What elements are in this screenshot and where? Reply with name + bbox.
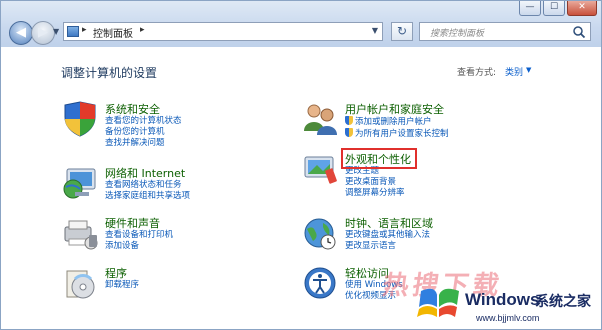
maximize-button[interactable]: ☐ [543,1,565,16]
ease-of-access-icon[interactable] [301,265,339,301]
link-network-status[interactable]: 查看网络状态和任务 [105,180,190,191]
windows-logo-icon [417,288,459,317]
link-view-computer-status[interactable]: 查看您的计算机状态 [105,116,182,127]
link-display-language[interactable]: 更改显示语言 [345,241,430,252]
category-title[interactable]: 系统和安全 [105,101,160,117]
link-troubleshoot[interactable]: 查找并解决问题 [105,138,182,149]
recent-pages-dropdown-icon[interactable]: ▼ [53,27,59,36]
search-input[interactable]: 搜索控制面板 [430,26,484,39]
link-uninstall-program[interactable]: 卸载程序 [105,280,139,291]
link-change-background[interactable]: 更改桌面背景 [345,177,405,188]
link-homegroup-sharing[interactable]: 选择家庭组和共享选项 [105,191,190,202]
main-content: 调整计算机的设置 查看方式: 类别 ▼ 系统和安全 查看您的计算机状态 备份您的… [1,47,601,329]
uac-shield-icon [345,128,353,137]
link-screen-resolution[interactable]: 调整屏幕分辨率 [345,188,405,199]
chevron-down-icon[interactable]: ▼ [526,66,531,74]
breadcrumb-separator[interactable]: ▸ [140,25,145,35]
control-panel-window: — ☐ ✕ ◀ ▶ ▼ ▸ 控制面板 ▸ ▼ ↻ 搜索控制面板 调整计算机的设置… [0,0,602,330]
minimize-button[interactable]: — [519,1,541,16]
hardware-sound-icon[interactable] [61,215,99,251]
link-devices-printers[interactable]: 查看设备和打印机 [105,230,173,241]
control-panel-icon [67,26,79,37]
programs-icon[interactable] [61,265,99,301]
user-accounts-icon[interactable] [301,101,339,137]
address-bar[interactable]: ▸ 控制面板 ▸ ▼ [63,22,383,41]
view-by-label: 查看方式: [457,68,497,78]
watermark-brand: Windows [465,290,540,309]
link-change-input-method[interactable]: 更改键盘或其他输入法 [345,230,430,241]
address-dropdown-icon[interactable]: ▼ [372,26,378,35]
breadcrumb-control-panel[interactable]: 控制面板 [93,25,133,40]
category-title[interactable]: 轻松访问 [345,265,389,281]
clock-language-icon[interactable] [301,215,339,251]
link-label[interactable]: 为所有用户设置家长控制 [355,129,449,139]
navigation-bar: ◀ ▶ ▼ ▸ 控制面板 ▸ ▼ ↻ 搜索控制面板 [7,19,599,45]
window-controls: — ☐ ✕ [517,1,597,16]
link-parental-controls[interactable]: 为所有用户设置家长控制 [345,128,449,140]
uac-shield-icon [345,116,353,125]
watermark-brand-suffix: 系统之家 [535,294,591,310]
link-add-device[interactable]: 添加设备 [105,241,173,252]
view-by-dropdown[interactable]: 类别 [505,65,523,78]
search-box[interactable]: 搜索控制面板 [419,22,591,41]
category-title[interactable]: 用户帐户和家庭安全 [345,101,444,117]
back-button[interactable]: ◀ [9,21,33,45]
watermark-url: www.bjjmlv.com [476,313,540,323]
category-title[interactable]: 网络和 Internet [105,165,185,181]
category-title[interactable]: 硬件和声音 [105,215,160,231]
link-label[interactable]: 添加或删除用户帐户 [355,117,432,127]
page-title: 调整计算机的设置 [61,66,158,80]
link-backup-computer[interactable]: 备份您的计算机 [105,127,182,138]
highlight-annotation [341,148,417,169]
refresh-button[interactable]: ↻ [391,22,413,41]
search-icon[interactable] [572,25,586,39]
category-title[interactable]: 时钟、语言和区域 [345,215,433,231]
network-internet-icon[interactable] [61,165,99,201]
appearance-icon[interactable] [301,151,339,187]
system-security-icon[interactable] [61,101,99,137]
link-add-remove-accounts[interactable]: 添加或删除用户帐户 [345,116,449,128]
close-button[interactable]: ✕ [567,1,597,16]
breadcrumb-separator[interactable]: ▸ [82,25,87,35]
category-title[interactable]: 程序 [105,265,127,281]
forward-button[interactable]: ▶ [31,21,55,45]
